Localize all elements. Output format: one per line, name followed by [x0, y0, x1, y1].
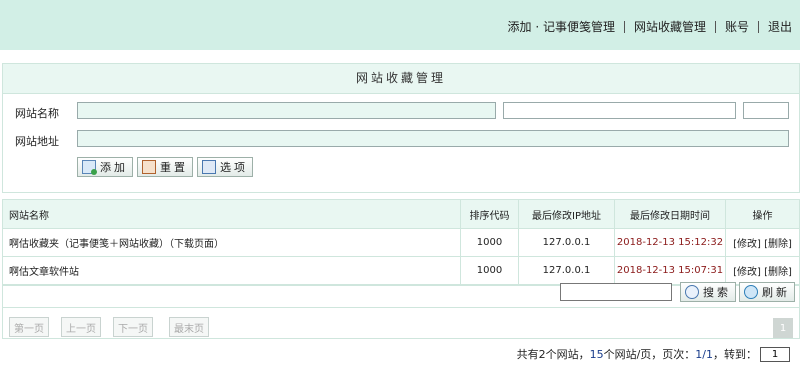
add-button[interactable]: 添加	[77, 157, 133, 177]
form-panel: 网站收藏管理 网站名称 网站地址 添加 重置 选项	[2, 63, 800, 193]
table-header-row: 网站名称 排序代码 最后修改IP地址 最后修改日期时间 操作	[3, 200, 799, 229]
site-url-input[interactable]	[77, 130, 789, 147]
nav-logout-link[interactable]: 退出	[768, 18, 792, 35]
site-url-row: 网站地址	[3, 126, 799, 154]
nav-divider	[757, 20, 759, 33]
options-icon	[202, 160, 216, 174]
reset-button[interactable]: 重置	[137, 157, 193, 177]
col-ip: 最后修改IP地址	[518, 200, 615, 229]
row-order: 1000	[460, 228, 519, 257]
goto-page-input[interactable]	[760, 346, 790, 362]
site-name-row: 网站名称	[3, 98, 799, 126]
form-title: 网站收藏管理	[3, 64, 799, 94]
small-field-input[interactable]	[743, 102, 789, 119]
first-page-button[interactable]: 第一页	[9, 317, 49, 337]
pager-status: 共有 2 个网站， 15 个网站/页，页次： 1/1 ，转到：	[517, 346, 790, 362]
row-ip: 127.0.0.1	[518, 228, 615, 257]
options-button[interactable]: 选项	[197, 157, 253, 177]
refresh-icon	[744, 285, 758, 299]
search-input[interactable]	[560, 283, 672, 301]
page-of: 1/1	[695, 347, 713, 361]
total-count: 2	[538, 347, 546, 361]
sites-table: 网站名称 排序代码 最后修改IP地址 最后修改日期时间 操作 啊估收藏夹（记事便…	[3, 200, 799, 285]
nav-add-notes-link[interactable]: 添加 · 记事便笺管理	[508, 18, 615, 35]
extra-field-input[interactable]	[503, 102, 736, 119]
next-page-button[interactable]: 下一页	[113, 317, 153, 337]
per-page-count: 15	[589, 347, 604, 361]
col-site-name: 网站名称	[3, 200, 461, 229]
search-button[interactable]: 搜索	[680, 282, 736, 302]
nav-account-link[interactable]: 账号	[725, 18, 749, 35]
nav-divider	[714, 20, 716, 33]
col-actions: 操作	[725, 200, 799, 229]
sites-table-wrap: 网站名称 排序代码 最后修改IP地址 最后修改日期时间 操作 啊估收藏夹（记事便…	[2, 199, 800, 286]
site-url-label: 网站地址	[15, 135, 59, 148]
row-site-name: 啊估收藏夹（记事便笺＋网站收藏）（下载页面）	[3, 228, 461, 257]
refresh-button[interactable]: 刷新	[739, 282, 795, 302]
row-actions: [修改] [删除]	[725, 228, 799, 257]
row-date: 2018-12-13 15:12:32	[614, 228, 726, 257]
nav-site-fav-link[interactable]: 网站收藏管理	[634, 18, 706, 35]
delete-link[interactable]: [删除]	[764, 239, 792, 250]
add-icon	[82, 160, 97, 175]
top-header-bar: 添加 · 记事便笺管理 网站收藏管理 账号 退出	[0, 0, 800, 50]
edit-link[interactable]: [修改]	[733, 239, 761, 250]
reset-icon	[142, 160, 156, 174]
top-nav: 添加 · 记事便笺管理 网站收藏管理 账号 退出	[508, 18, 793, 35]
table-row: 啊估收藏夹（记事便笺＋网站收藏）（下载页面） 1000 127.0.0.1 20…	[3, 228, 799, 257]
last-page-button[interactable]: 最末页	[169, 317, 209, 337]
col-order: 排序代码	[460, 200, 519, 229]
site-name-input[interactable]	[77, 102, 496, 119]
pager-bar: 第一页 上一页 下一页 最末页 1	[2, 308, 800, 339]
search-icon	[685, 285, 699, 299]
search-bar: 搜索 刷新	[2, 277, 800, 308]
prev-page-button[interactable]: 上一页	[61, 317, 101, 337]
current-page-badge[interactable]: 1	[773, 318, 793, 338]
col-datetime: 最后修改日期时间	[614, 200, 726, 229]
nav-divider	[623, 20, 625, 33]
site-name-label: 网站名称	[15, 107, 59, 120]
